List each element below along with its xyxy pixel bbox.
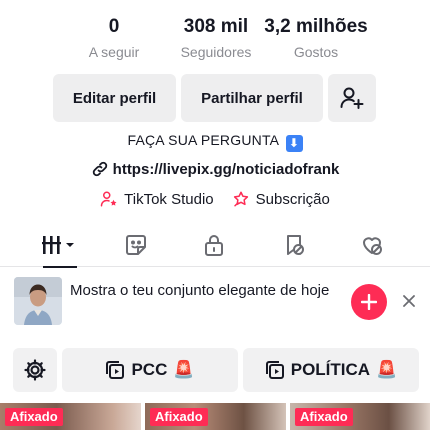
hidden-heart-icon <box>363 237 382 255</box>
tab-saved[interactable] <box>264 223 324 267</box>
tab-videos[interactable] <box>30 223 90 268</box>
followers-count: 308 mil <box>183 16 249 37</box>
hidden-bookmark-icon <box>287 235 304 255</box>
prompt-avatar <box>14 277 62 325</box>
following-count: 0 <box>108 16 120 37</box>
playlist-politica-label: POLÍTICA <box>290 360 371 379</box>
playlist-pcc[interactable]: PCC 🚨 <box>62 348 238 392</box>
profile-stats: 0 A seguir 308 mil Seguidores 3,2 milhõe… <box>0 14 430 64</box>
playlist-icon <box>265 361 284 379</box>
grid-icon <box>42 236 74 254</box>
pinned-badge: Afixado <box>5 408 63 426</box>
followers-label: Seguidores <box>180 44 252 60</box>
prompt-text: Mostra o teu conjunto elegante de hoje <box>70 282 330 299</box>
profile-link-url: https://livepix.gg/noticiadofrank <box>112 160 340 178</box>
creator-tools: TikTok Studio Subscrição <box>0 190 430 208</box>
person-plus-icon <box>340 87 364 109</box>
profile-bio: FAÇA SUA PERGUNTA ⬇ <box>0 132 430 152</box>
video-thumbnail[interactable]: Afixado <box>0 403 141 430</box>
dismiss-prompt-button[interactable] <box>400 292 418 310</box>
playlist-pcc-label: PCC <box>131 360 168 379</box>
following-stat[interactable]: 0 A seguir <box>74 14 154 62</box>
outfit-prompt-card: Mostra o teu conjunto elegante de hoje <box>0 268 430 338</box>
gear-icon <box>24 359 46 381</box>
subscription-label: Subscrição <box>255 190 330 208</box>
plus-icon <box>361 294 377 310</box>
siren-emoji: 🚨 <box>173 360 195 379</box>
sticker-icon <box>126 235 146 255</box>
share-profile-button[interactable]: Partilhar perfil <box>181 74 323 122</box>
lock-icon <box>205 235 223 256</box>
likes-count: 3,2 milhões <box>264 16 368 37</box>
tiktok-studio-label: TikTok Studio <box>124 190 214 208</box>
tab-stickers[interactable] <box>106 223 166 267</box>
subscription-link[interactable]: Subscrição <box>232 190 330 208</box>
playlist-chips: PCC 🚨 POLÍTICA 🚨 <box>0 348 430 392</box>
playlist-politica[interactable]: POLÍTICA 🚨 <box>243 348 419 392</box>
down-arrow-emoji: ⬇ <box>285 135 303 152</box>
manage-playlists-button[interactable] <box>13 348 57 392</box>
pinned-badge: Afixado <box>295 408 353 426</box>
link-icon <box>92 161 107 177</box>
video-grid: Afixado Afixado Afixado <box>0 403 430 430</box>
profile-link[interactable]: https://livepix.gg/noticiadofrank <box>0 160 430 178</box>
profile-tabs <box>0 223 430 268</box>
likes-label: Gostos <box>293 44 339 60</box>
video-thumbnail[interactable]: Afixado <box>145 403 286 430</box>
followers-stat[interactable]: 308 mil Seguidores <box>168 14 264 62</box>
close-icon <box>403 295 415 307</box>
siren-emoji: 🚨 <box>376 360 398 379</box>
tiktok-studio-link[interactable]: TikTok Studio <box>100 190 214 208</box>
video-thumbnail[interactable]: Afixado <box>290 403 430 430</box>
add-friends-button[interactable] <box>328 74 376 122</box>
tab-private[interactable] <box>184 223 244 267</box>
tab-liked[interactable] <box>342 223 402 267</box>
edit-profile-button[interactable]: Editar perfil <box>53 74 176 122</box>
pinned-badge: Afixado <box>150 408 208 426</box>
add-outfit-button[interactable] <box>351 284 387 320</box>
likes-stat[interactable]: 3,2 milhões Gostos <box>262 14 370 62</box>
following-label: A seguir <box>88 44 140 60</box>
bio-text: FAÇA SUA PERGUNTA <box>127 132 279 148</box>
creator-star-icon <box>100 191 117 207</box>
subscription-star-icon <box>233 191 248 207</box>
playlist-icon <box>106 361 125 379</box>
